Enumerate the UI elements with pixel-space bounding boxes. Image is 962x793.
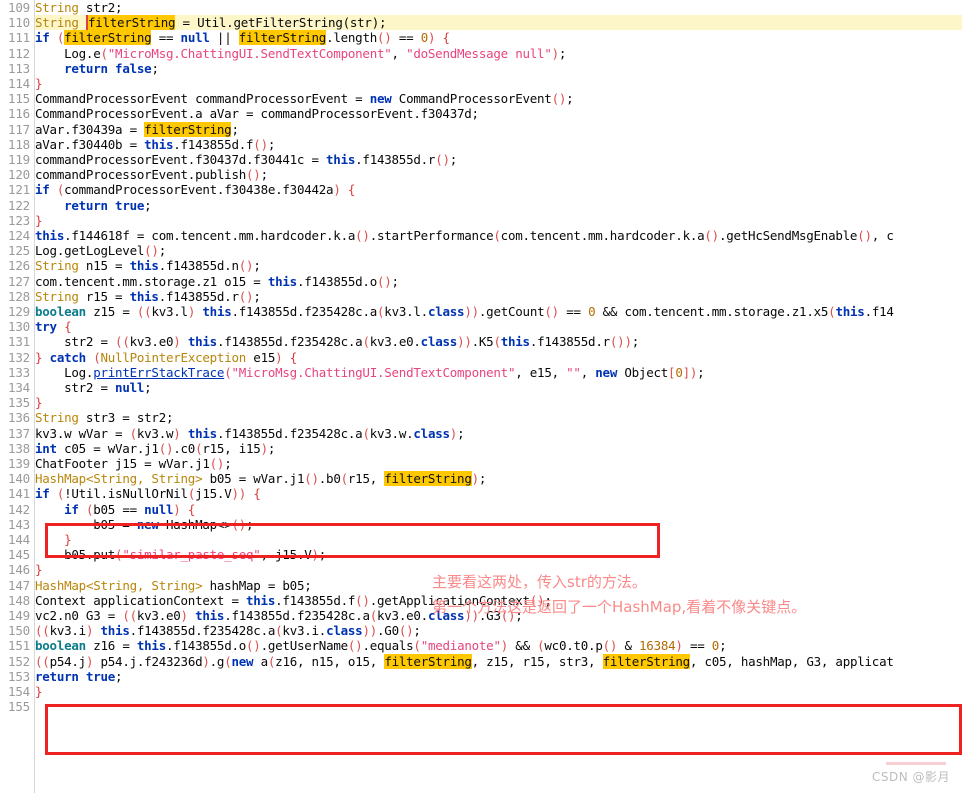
- code-line[interactable]: this.f144618f = com.tencent.mm.hardcoder…: [35, 228, 962, 243]
- line-number: 142: [8, 501, 30, 517]
- code-line[interactable]: }: [35, 76, 962, 91]
- code-line[interactable]: HashMap<String, String> b05 = wVar.j1().…: [35, 471, 962, 487]
- line-number: 136: [8, 410, 30, 426]
- code-line[interactable]: str2 = ((kv3.e0) this.f143855d.f235428c.…: [35, 334, 962, 349]
- code-line[interactable]: commandProcessorEvent.f30437d.f30441c = …: [35, 152, 962, 167]
- line-number: 127: [8, 273, 30, 289]
- line-number: 133: [8, 364, 30, 380]
- line-number: 128: [8, 288, 30, 304]
- code-line[interactable]: return true;: [35, 669, 962, 684]
- line-number: 150: [8, 623, 30, 639]
- line-number: 139: [8, 456, 30, 471]
- code-line[interactable]: if (!Util.isNullOrNil(j15.V)) {: [35, 486, 962, 501]
- code-line[interactable]: com.tencent.mm.storage.z1 o15 = this.f14…: [35, 274, 962, 289]
- code-line[interactable]: }: [35, 532, 962, 547]
- code-line[interactable]: CommandProcessorEvent.a aVar = commandPr…: [35, 106, 962, 121]
- line-number: 149: [8, 608, 30, 623]
- line-number: 141: [8, 486, 30, 502]
- line-number: 132: [8, 349, 30, 365]
- line-number: 147: [8, 577, 30, 593]
- code-viewer-screen: 109 110 111 112 113 114 115 116 117 118 119 120 121 1…: [0, 0, 962, 793]
- code-line[interactable]: Log.getLogLevel();: [35, 243, 962, 258]
- line-number: 109: [8, 0, 30, 15]
- code-line[interactable]: ((p54.j) p54.j.f243236d).g(new a(z16, n1…: [35, 653, 962, 669]
- line-number: 143: [8, 516, 30, 532]
- code-line[interactable]: str2 = null;: [35, 380, 962, 395]
- line-number: 124: [8, 228, 30, 243]
- line-number: 115: [8, 91, 30, 107]
- code-line[interactable]: }: [35, 684, 962, 699]
- line-number: 129: [8, 304, 30, 319]
- line-number: 130: [8, 319, 30, 335]
- code-line[interactable]: ((kv3.i) this.f143855d.f235428c.a(kv3.i.…: [35, 623, 962, 638]
- line-number: 144: [8, 532, 30, 547]
- code-content-area[interactable]: String str2; String filterString = Util.…: [35, 0, 962, 793]
- watermark-text: CSDN @影月: [871, 770, 950, 784]
- code-line[interactable]: commandProcessorEvent.publish();: [35, 167, 962, 182]
- code-line[interactable]: try {: [35, 319, 962, 334]
- line-number: 134: [8, 380, 30, 395]
- line-number: 113: [8, 60, 30, 76]
- code-line[interactable]: } catch (NullPointerException e15) {: [35, 350, 962, 365]
- line-number: 122: [8, 197, 30, 213]
- code-line[interactable]: String r15 = this.f143855d.r();: [35, 289, 962, 304]
- watermark-bar: [886, 762, 946, 765]
- code-line[interactable]: boolean z15 = ((kv3.l) this.f143855d.f23…: [35, 304, 962, 319]
- line-number: 138: [8, 440, 30, 456]
- code-line[interactable]: if (filterString == null || filterString…: [35, 30, 962, 46]
- line-number: 152: [8, 653, 30, 669]
- code-line[interactable]: aVar.f30440b = this.f143855d.f();: [35, 137, 962, 152]
- code-line[interactable]: return true;: [35, 198, 962, 213]
- line-number: 118: [8, 136, 30, 152]
- line-number: 151: [8, 638, 30, 654]
- line-number: 126: [8, 258, 30, 274]
- line-number: 123: [8, 212, 30, 228]
- line-number: 148: [8, 592, 30, 608]
- code-line[interactable]: if (commandProcessorEvent.f30438e.f30442…: [35, 182, 962, 197]
- code-line[interactable]: String str3 = str2;: [35, 410, 962, 425]
- line-number: 112: [8, 45, 30, 61]
- code-line[interactable]: CommandProcessorEvent commandProcessorEv…: [35, 91, 962, 106]
- code-line[interactable]: }: [35, 213, 962, 228]
- line-number: 120: [8, 167, 30, 183]
- line-number: 111: [8, 30, 30, 46]
- code-line[interactable]: }: [35, 395, 962, 410]
- line-number: 153: [8, 668, 30, 684]
- code-line[interactable]: kv3.w wVar = (kv3.w) this.f143855d.f2354…: [35, 426, 962, 441]
- line-number: 114: [8, 76, 30, 91]
- code-line[interactable]: String str2;: [35, 0, 962, 15]
- code-line[interactable]: Log.printErrStackTrace("MicroMsg.Chattin…: [35, 365, 962, 380]
- line-number: 140: [8, 471, 30, 487]
- line-number: 131: [8, 334, 30, 350]
- annotation-note-2: 第一个方法这是返回了一个HashMap,看着不像关键点。: [432, 598, 807, 616]
- line-number: 155: [8, 699, 30, 715]
- line-number: 146: [8, 562, 30, 578]
- annotation-note-1: 主要看这两处，传入str的方法。: [432, 573, 647, 591]
- code-line[interactable]: String filterString = Util.getFilterStri…: [35, 15, 962, 31]
- code-line[interactable]: ChatFooter j15 = wVar.j1();: [35, 456, 962, 471]
- line-number: 135: [8, 395, 30, 411]
- code-line[interactable]: aVar.f30439a = filterString;: [35, 121, 962, 137]
- line-number: 116: [8, 106, 30, 122]
- code-line[interactable]: Log.e("MicroMsg.ChattingUI.SendTextCompo…: [35, 46, 962, 61]
- line-number-gutter[interactable]: 109 110 111 112 113 114 115 116 117 118 119 120 121 1…: [0, 0, 35, 793]
- line-number: 119: [8, 152, 30, 167]
- code-line[interactable]: b05 = new HashMap<>();: [35, 517, 962, 532]
- line-number: 125: [8, 243, 30, 259]
- line-number: 121: [8, 182, 30, 198]
- code-line[interactable]: String n15 = this.f143855d.n();: [35, 258, 962, 273]
- line-number: 117: [8, 121, 30, 137]
- code-line[interactable]: return false;: [35, 61, 962, 76]
- line-number: 154: [8, 684, 30, 699]
- line-number: 137: [8, 425, 30, 441]
- code-line[interactable]: int c05 = wVar.j1().c0(r15, i15);: [35, 441, 962, 456]
- code-line[interactable]: b05.put("similar_paste_seq", j15.V);: [35, 547, 962, 562]
- line-number: 110: [8, 15, 30, 31]
- code-line[interactable]: boolean z16 = this.f143855d.o().getUserN…: [35, 638, 962, 653]
- line-number: 145: [8, 547, 30, 563]
- code-line[interactable]: if (b05 == null) {: [35, 502, 962, 517]
